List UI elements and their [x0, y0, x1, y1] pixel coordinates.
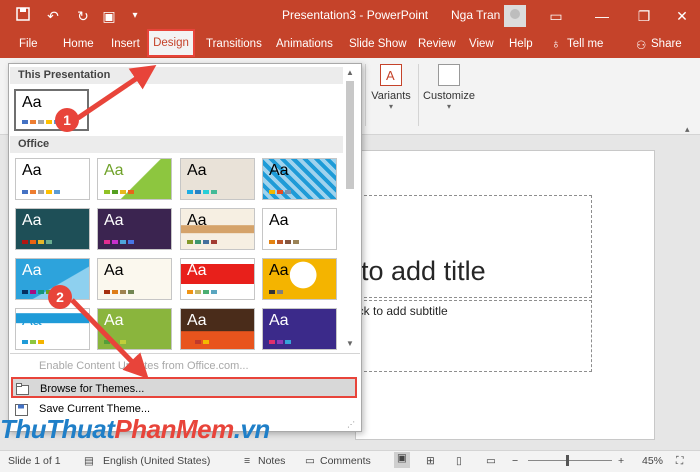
arrow-to-browse: [70, 298, 149, 379]
step-2-badge: 2: [48, 285, 72, 309]
watermark-logo: ThuThuatPhanMem.vn: [0, 414, 270, 445]
step-1-badge: 1: [55, 108, 79, 132]
watermark-part3: .vn: [233, 414, 271, 444]
arrow-to-design-tab: [76, 64, 157, 121]
watermark-part1: ThuThuat: [0, 414, 115, 444]
watermark-part2: PhanMem: [114, 414, 234, 444]
annotation-arrows: [70, 64, 157, 379]
